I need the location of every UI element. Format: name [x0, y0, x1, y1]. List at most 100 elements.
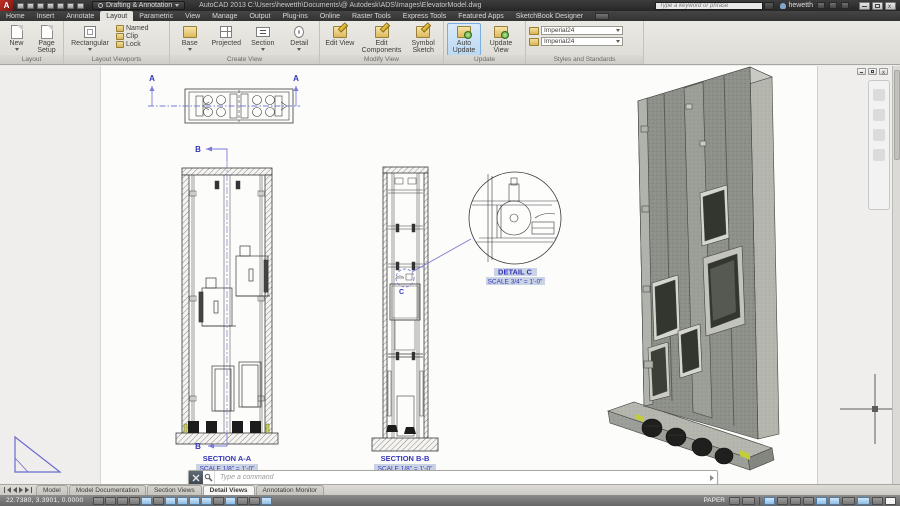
tab-home[interactable]: Home	[0, 11, 31, 21]
workspace-switching-icon[interactable]	[816, 497, 827, 505]
exchange-apps-icon[interactable]	[817, 2, 825, 9]
help-icon[interactable]	[841, 2, 849, 9]
detail-style-icon[interactable]	[529, 38, 539, 46]
first-tab-icon[interactable]	[7, 487, 11, 493]
vertical-scrollbar[interactable]	[892, 66, 900, 484]
panel-title-update[interactable]: Update	[444, 55, 525, 64]
tab-manage[interactable]: Manage	[206, 11, 243, 21]
tab-featured-apps[interactable]: Featured Apps	[452, 11, 510, 21]
dyn-toggle[interactable]	[201, 497, 212, 505]
status-menu-icon[interactable]	[872, 497, 883, 505]
auto-update-button[interactable]: Auto Update	[447, 23, 481, 56]
annotation-scale-icon[interactable]	[777, 497, 788, 505]
grid-toggle[interactable]	[117, 497, 128, 505]
3d-osnap-toggle[interactable]	[165, 497, 176, 505]
scrollbar-thumb[interactable]	[894, 70, 900, 160]
detail-view-button[interactable]: Detail	[283, 23, 317, 52]
zoom-icon[interactable]	[873, 129, 885, 141]
new-icon[interactable]	[17, 3, 24, 9]
autocad-logo-icon[interactable]: A	[0, 0, 13, 11]
tab-insert[interactable]: Insert	[31, 11, 61, 21]
command-close-icon[interactable]	[189, 471, 203, 484]
plan-view[interactable]: A A	[148, 74, 300, 123]
doc-restore-button[interactable]	[868, 68, 877, 75]
undo-icon[interactable]	[67, 3, 74, 9]
pan-icon[interactable]	[873, 109, 885, 121]
tab-model-documentation[interactable]: Model Documentation	[69, 485, 146, 495]
otrack-toggle[interactable]	[177, 497, 188, 505]
tab-raster-tools[interactable]: Raster Tools	[346, 11, 397, 21]
plot-icon[interactable]	[57, 3, 64, 9]
quick-properties-toggle[interactable]	[237, 497, 248, 505]
ortho-toggle[interactable]	[129, 497, 140, 505]
section-style-select[interactable]: Imperial24	[541, 26, 623, 35]
lock-ui-icon[interactable]	[829, 497, 840, 505]
detail-c-view[interactable]: DETAIL C SCALE 3/4" = 1'-0"	[469, 172, 561, 286]
tab-plugins[interactable]: Plug-ins	[276, 11, 313, 21]
orbit-icon[interactable]	[873, 149, 885, 161]
first-tab-icon[interactable]	[4, 487, 5, 493]
section-view-button[interactable]: Section	[246, 23, 280, 52]
space-label[interactable]: PAPER	[703, 497, 725, 504]
command-customize-icon[interactable]	[203, 471, 215, 484]
iso-3d-view[interactable]	[608, 67, 779, 470]
edit-view-button[interactable]: Edit View	[323, 23, 357, 48]
full-navigation-wheel-icon[interactable]	[873, 89, 885, 101]
rectangular-viewport-button[interactable]: Rectangular	[67, 23, 113, 52]
panel-title-modify-view[interactable]: Modify View	[320, 55, 443, 64]
detail-c-label[interactable]: DETAIL C SCALE 3/4" = 1'-0"	[486, 268, 545, 286]
drawing-canvas[interactable]: A A	[0, 66, 900, 484]
section-a-view[interactable]: B B SECTION A-A SCALE 1/8" = 1'-0"	[176, 145, 278, 473]
tab-annotation-monitor[interactable]: Annotation Monitor	[256, 485, 325, 495]
detail-style-select[interactable]: Imperial24	[541, 37, 623, 46]
quick-view-layouts-icon[interactable]	[742, 497, 755, 505]
tab-section-views[interactable]: Section Views	[147, 485, 202, 495]
signin-area[interactable]: hewetth	[780, 2, 813, 9]
new-layout-button[interactable]: New	[3, 23, 30, 52]
isolate-objects-icon[interactable]	[857, 497, 870, 505]
tab-model[interactable]: Model	[36, 485, 68, 495]
saveas-icon[interactable]	[47, 3, 54, 9]
command-line[interactable]: Type a command	[188, 470, 718, 485]
prev-tab-icon[interactable]	[13, 487, 17, 493]
panel-title-layout[interactable]: Layout	[0, 55, 63, 64]
communication-center-icon[interactable]	[829, 2, 837, 9]
clean-screen-icon[interactable]	[885, 497, 896, 505]
transparency-toggle[interactable]	[225, 497, 236, 505]
drawing-viewport[interactable]: A A	[0, 66, 900, 484]
named-viewport-button[interactable]: Named	[116, 25, 149, 32]
tab-annotate[interactable]: Annotate	[60, 11, 100, 21]
annotation-visibility-icon[interactable]	[790, 497, 801, 505]
symbol-sketch-button[interactable]: Symbol Sketch	[406, 23, 440, 56]
page-setup-button[interactable]: Page Setup	[33, 23, 60, 56]
close-button[interactable]: x	[885, 2, 896, 10]
tab-parametric[interactable]: Parametric	[133, 11, 179, 21]
panel-title-create-view[interactable]: Create View	[170, 55, 319, 64]
restore-button[interactable]	[872, 2, 883, 10]
doc-minimize-button[interactable]	[857, 68, 866, 75]
tab-online[interactable]: Online	[314, 11, 346, 21]
clip-viewport-button[interactable]: Clip	[116, 33, 149, 40]
annotation-monitor-toggle[interactable]	[261, 497, 272, 505]
lwt-toggle[interactable]	[213, 497, 224, 505]
lock-viewport-button[interactable]: Lock	[116, 41, 149, 48]
navigation-bar[interactable]	[868, 80, 890, 210]
tab-detail-views[interactable]: Detail Views	[203, 485, 255, 495]
panel-title-layout-viewports[interactable]: Layout Viewports	[64, 55, 169, 64]
base-view-button[interactable]: Base	[173, 23, 207, 52]
save-icon[interactable]	[37, 3, 44, 9]
projected-view-button[interactable]: Projected	[210, 23, 244, 48]
last-tab-icon[interactable]	[25, 487, 29, 493]
tab-output[interactable]: Output	[243, 11, 276, 21]
autoscale-icon[interactable]	[803, 497, 814, 505]
snap-toggle[interactable]	[105, 497, 116, 505]
command-expand-icon[interactable]	[710, 475, 714, 481]
hardware-acceleration-icon[interactable]	[842, 497, 855, 505]
search-input[interactable]	[655, 2, 763, 10]
open-icon[interactable]	[27, 3, 34, 9]
tab-express-tools[interactable]: Express Tools	[397, 11, 452, 21]
selection-cycling-toggle[interactable]	[249, 497, 260, 505]
redo-icon[interactable]	[77, 3, 84, 9]
minimize-button[interactable]	[859, 2, 870, 10]
tab-view[interactable]: View	[179, 11, 206, 21]
